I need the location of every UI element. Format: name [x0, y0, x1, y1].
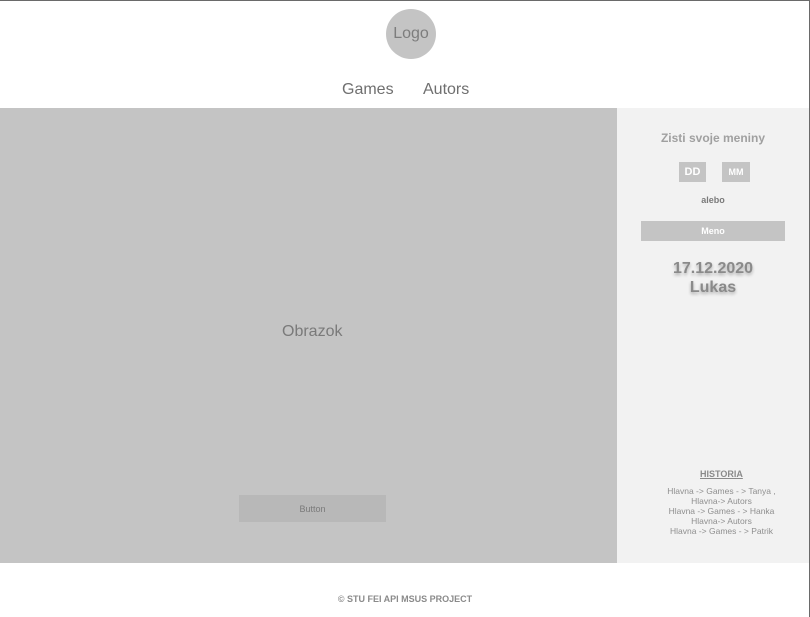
main-nav: Games Autors: [0, 81, 810, 101]
history-list: Hlavna -> Games - > Tanya , Hlavna-> Aut…: [659, 486, 784, 536]
name-input[interactable]: [641, 221, 785, 241]
nav-item-autors[interactable]: Autors: [423, 81, 469, 99]
day-input[interactable]: [679, 162, 706, 182]
logo-text: Logo: [393, 25, 429, 42]
history-item: Hlavna -> Games - > Patrik: [670, 526, 773, 536]
or-label: alebo: [701, 195, 725, 205]
result-date: 17.12.2020: [672, 260, 754, 277]
month-input[interactable]: [722, 162, 750, 182]
history-item: Hlavna-> Autors: [691, 516, 752, 526]
logo[interactable]: Logo: [386, 9, 436, 59]
result-name: Lukas: [689, 279, 737, 296]
history-title[interactable]: HISTORIA: [700, 469, 743, 479]
main-button[interactable]: Button: [239, 495, 386, 522]
footer-text: © STU FEI API MSUS PROJECT: [337, 594, 473, 604]
history-item: Hlavna -> Games - > Tanya ,: [667, 486, 776, 496]
sidebar-name-day: Zisti svoje meniny alebo 17.12.2020 Luka…: [617, 108, 809, 563]
history-item: Hlavna-> Autors: [691, 496, 752, 506]
history-item: Hlavna -> Games - > Hanka: [668, 506, 775, 516]
image-label: Obrazok: [282, 323, 343, 340]
sidebar-title: Zisti svoje meniny: [660, 131, 766, 145]
footer: © STU FEI API MSUS PROJECT: [0, 594, 810, 604]
nav-item-games[interactable]: Games: [342, 81, 394, 99]
result-display: 17.12.2020 Lukas: [617, 259, 809, 297]
main-image-placeholder: Obrazok Button: [0, 108, 617, 563]
